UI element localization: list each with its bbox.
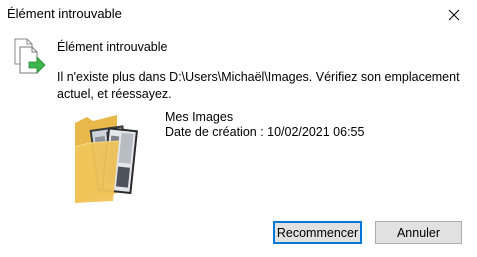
file-move-icon [14, 38, 46, 74]
close-button[interactable] [431, 0, 477, 30]
dialog-heading: Élément introuvable [57, 40, 168, 54]
window-title: Élément introuvable [7, 6, 122, 21]
item-not-found-dialog: Élément introuvable Élément introuvable … [0, 0, 477, 257]
item-creation-date: Date de création : 10/02/2021 06:55 [165, 125, 365, 139]
picture-folder-icon [74, 115, 138, 203]
close-icon [448, 9, 460, 21]
retry-button[interactable]: Recommencer [273, 221, 362, 244]
cancel-button[interactable]: Annuler [375, 221, 462, 244]
title-bar[interactable]: Élément introuvable [0, 0, 477, 30]
item-name: Mes Images [165, 110, 234, 124]
dialog-message: Il n'existe plus dans D:\Users\Michaël\I… [57, 70, 460, 101]
